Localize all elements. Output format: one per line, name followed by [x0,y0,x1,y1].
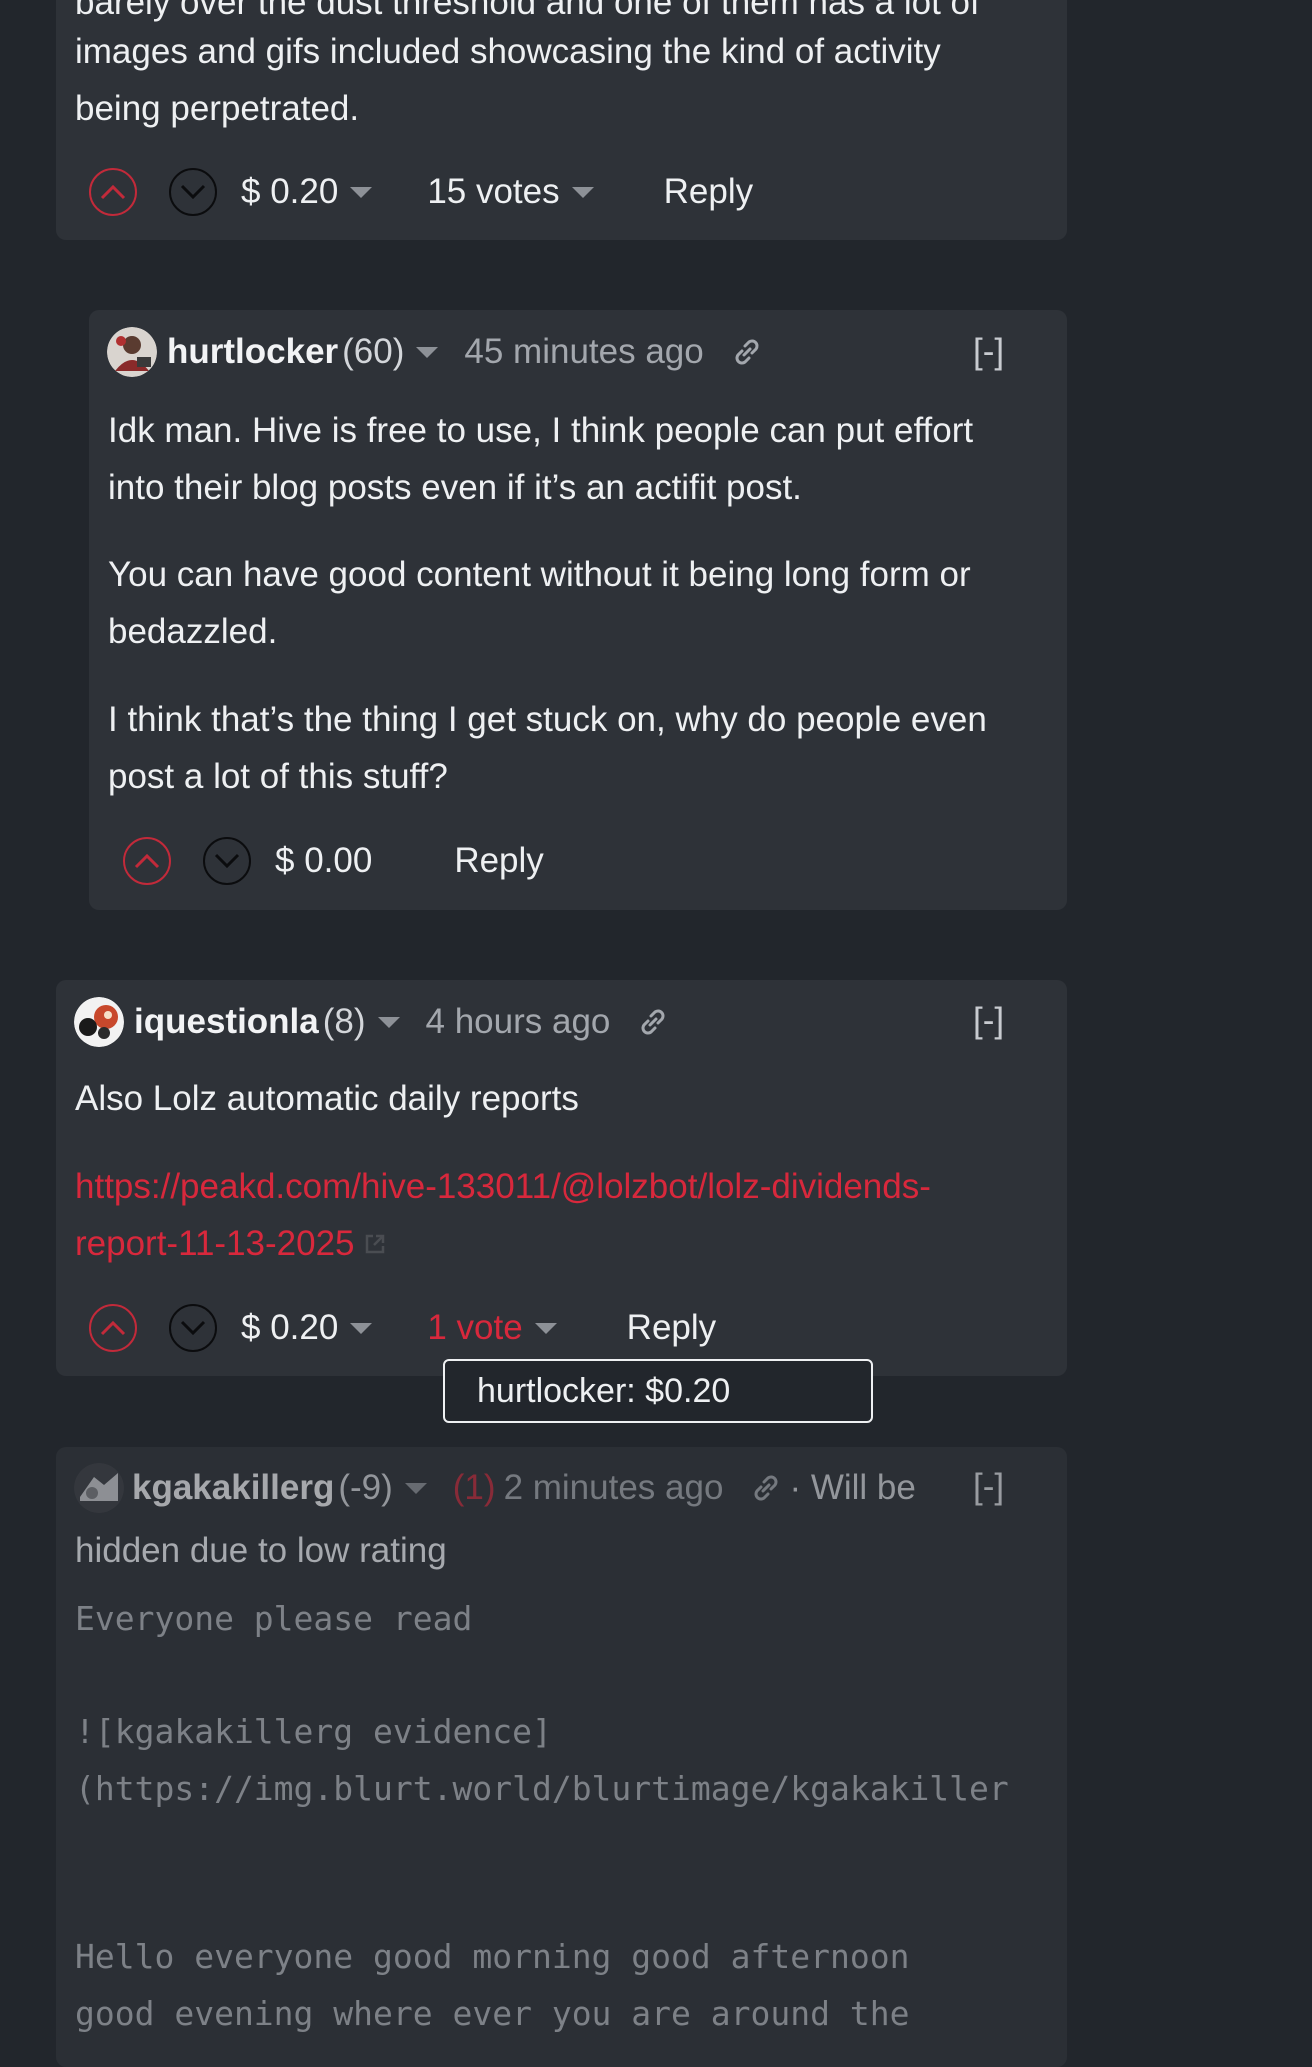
reply-button[interactable]: Reply [627,1308,716,1348]
chevron-up-icon [100,1320,126,1336]
comment-text-line: images and gifs included showcasing the … [75,32,941,71]
votes-count: 15 votes [427,172,560,211]
downvote-button[interactable] [203,837,251,885]
caret-down-icon [571,186,594,198]
chevron-down-icon [214,853,240,869]
author-menu-caret-icon[interactable] [377,1016,400,1028]
comment-text-line: I think that’s the thing I get stuck on,… [108,700,987,739]
upvote-button[interactable] [89,168,137,216]
body-line: ![kgakakillerg evidence] [75,1712,552,1751]
caret-down-icon [350,1322,373,1334]
flag-count: (1) [452,1468,496,1507]
comment-text-line: bedazzled. [108,612,278,651]
avatar-image [74,997,124,1047]
avatar-image [74,1463,124,1513]
external-link[interactable]: report-11-13-2025 [75,1215,387,1272]
comment-text-line: You can have good content without it bei… [108,555,971,594]
link-text-line: https://peakd.com/hive-133011/@lolzbot/l… [75,1167,931,1206]
chevron-up-icon [100,184,126,200]
reply-button[interactable]: Reply [664,172,753,212]
chevron-down-icon [180,1320,206,1336]
author-menu-caret-icon[interactable] [416,346,439,358]
comment-timestamp[interactable]: 4 hours ago [426,1002,611,1042]
body-line: Everyone please read [75,1599,473,1638]
comment-actions: $ 0.00 Reply [123,831,544,891]
votes-dropdown[interactable]: 1 vote [427,1308,557,1348]
collapse-toggle[interactable]: [-] [973,332,1004,372]
caret-down-icon [350,186,373,198]
avatar[interactable] [74,1463,124,1513]
link-text-line: report-11-13-2025 [75,1224,355,1263]
low-rating-notice: hidden due to low rating [75,1531,447,1570]
comment-actions: $ 0.20 15 votes Reply [89,162,753,222]
body-line: Hello everyone good morning good afterno… [75,1937,910,1976]
avatar[interactable] [74,997,124,1047]
permalink-icon[interactable] [749,1471,783,1505]
payout-amount: $ 0.20 [241,1308,339,1347]
collapse-toggle[interactable]: [-] [973,1001,1004,1041]
downvote-button[interactable] [169,168,217,216]
author-name[interactable]: hurtlocker [167,332,338,372]
payout-amount: $ 0.20 [241,172,339,211]
author-name[interactable]: kgakakillerg [132,1468,334,1508]
chevron-down-icon [180,184,206,200]
caret-down-icon [534,1322,557,1334]
votes-dropdown[interactable]: 15 votes [427,172,594,212]
avatar[interactable] [107,327,157,377]
payout-dropdown[interactable]: $ 0.20 [241,1308,373,1348]
external-link-icon [365,1234,384,1253]
low-rating-notice: · Will be [789,1468,916,1507]
reply-button[interactable]: Reply [454,841,543,881]
chevron-up-icon [134,853,160,869]
author-reputation: (8) [322,1002,366,1041]
permalink-icon[interactable] [730,335,764,369]
upvote-button[interactable] [123,837,171,885]
comment-actions: $ 0.20 1 vote Reply [89,1298,716,1358]
comment-text: Also Lolz automatic daily reports [75,1079,579,1118]
payout-dropdown[interactable]: $ 0.20 [241,172,373,212]
upvote-button[interactable] [89,1304,137,1352]
comment-header: iquestionla (8) 4 hours ago [74,992,670,1052]
comment-text-line: post a lot of this stuff? [108,757,448,796]
body-line: good evening where ever you are around t… [75,1994,910,2033]
author-menu-caret-icon[interactable] [404,1482,427,1494]
author-name[interactable]: iquestionla [134,1002,319,1042]
permalink-icon[interactable] [636,1005,670,1039]
tooltip-text: hurtlocker: $0.20 [477,1371,731,1410]
comment-text-line: into their blog posts even if it’s an ac… [108,468,802,507]
comment-text-line: Idk man. Hive is free to use, I think pe… [108,411,974,450]
comment-body: Everyone please read ![kgakakillerg evid… [56,1590,1056,2048]
author-reputation: (60) [342,332,405,371]
votes-count: 1 vote [427,1308,523,1347]
author-reputation: (-9) [338,1468,393,1507]
payout-amount: $ 0.00 [275,841,373,880]
comment-timestamp[interactable]: 2 minutes ago [504,1468,724,1508]
comment-header: kgakakillerg (-9) (1) 2 minutes ago · Wi… [74,1458,916,1518]
collapse-toggle[interactable]: [-] [973,1467,1004,1507]
comment-timestamp[interactable]: 45 minutes ago [464,332,703,372]
comment-header: hurtlocker (60) 45 minutes ago [107,322,764,382]
avatar-image [107,327,157,377]
downvote-button[interactable] [169,1304,217,1352]
body-line: (https://img.blurt.world/blurtimage/kgak… [75,1769,1009,1808]
external-link[interactable]: https://peakd.com/hive-133011/@lolzbot/l… [75,1158,931,1215]
voters-tooltip: hurtlocker: $0.20 [443,1359,873,1423]
comment-text-line: being perpetrated. [75,89,360,128]
